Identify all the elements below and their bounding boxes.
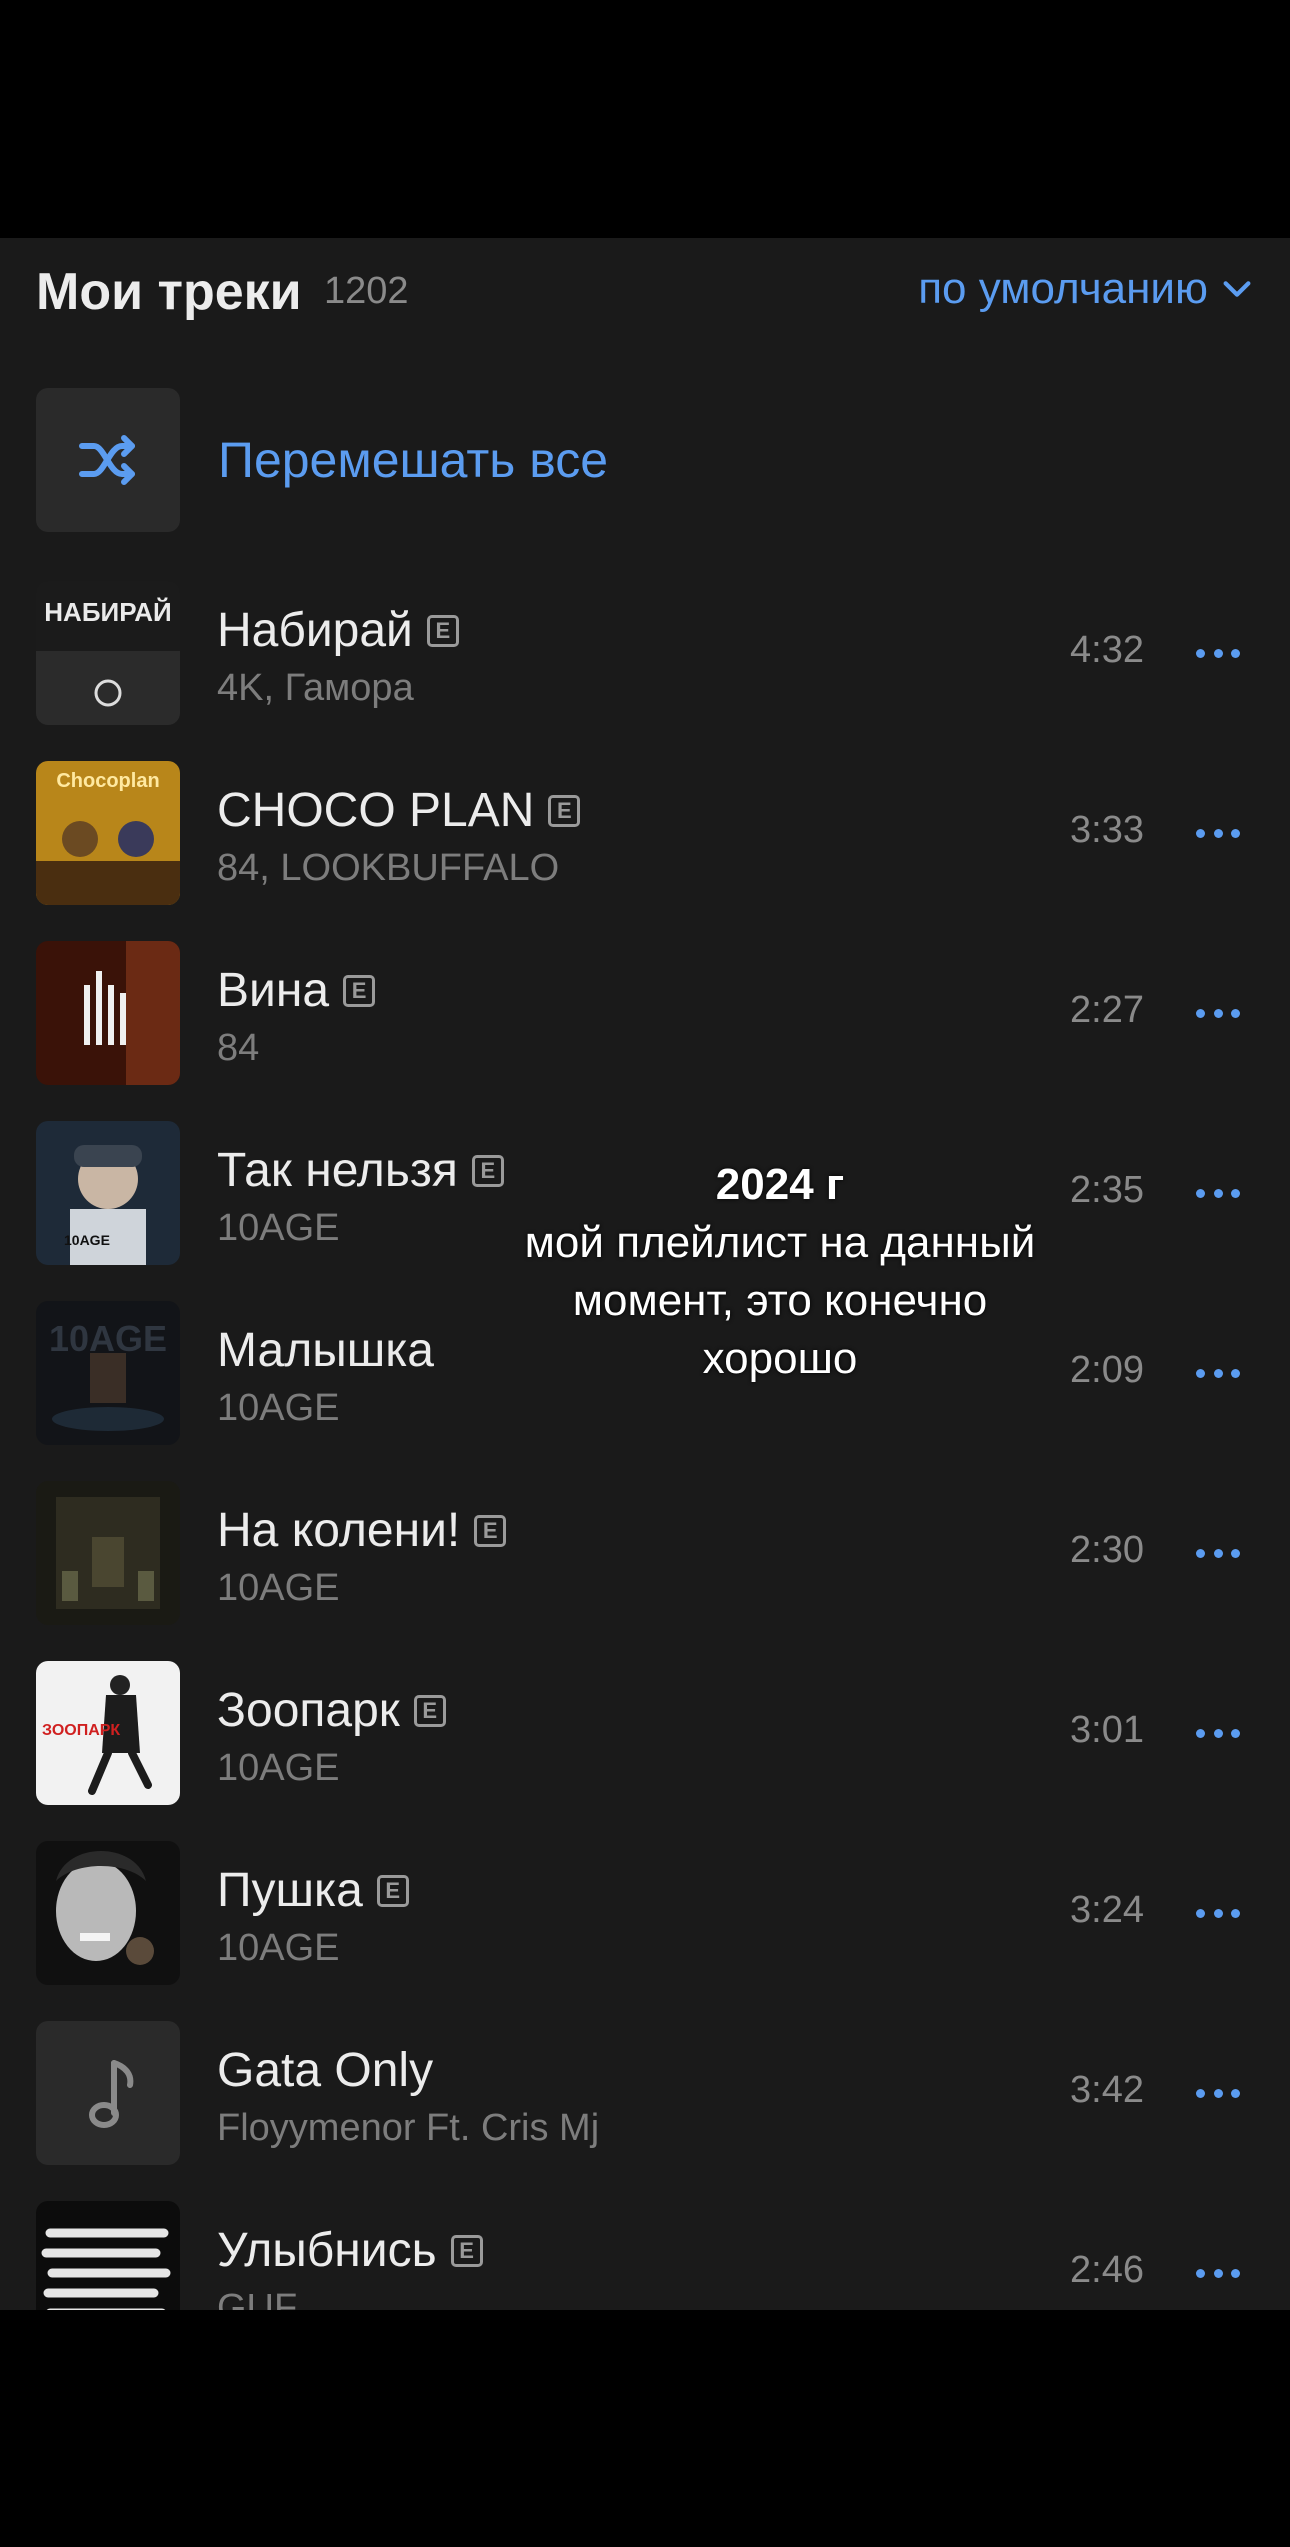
album-cover: Chocoplan bbox=[36, 761, 180, 905]
track-duration: 2:30 bbox=[1070, 1529, 1144, 1571]
explicit-badge: E bbox=[376, 1874, 409, 1907]
track-count: 1202 bbox=[324, 270, 409, 312]
track-artist: 10AGE bbox=[217, 1207, 340, 1249]
explicit-badge: E bbox=[426, 614, 459, 647]
track-artist: Floyymenor Ft. Cris Mj bbox=[217, 2107, 600, 2149]
cover-text: 10AGE bbox=[49, 1318, 167, 1359]
track-row[interactable]: Пушка E 10AGE 3:24 bbox=[0, 1823, 1290, 2003]
more-options-icon[interactable] bbox=[1196, 1353, 1240, 1393]
more-options-icon[interactable] bbox=[1196, 633, 1240, 673]
album-cover bbox=[36, 1481, 180, 1625]
explicit-badge: E bbox=[343, 974, 376, 1007]
track-duration: 3:24 bbox=[1070, 1889, 1144, 1931]
explicit-badge: E bbox=[413, 1694, 446, 1727]
shuffle-all-label: Перемешать все bbox=[218, 432, 609, 488]
music-note-icon bbox=[89, 2060, 134, 2128]
track-title: Так нельзя bbox=[217, 1144, 458, 1197]
track-row[interactable]: Chocoplan CHOCO PLAN E 84, LOOKBUFFALO 3:… bbox=[0, 743, 1290, 923]
track-artist: 4K, Гамора bbox=[217, 667, 414, 709]
explicit-badge: E bbox=[450, 2234, 483, 2267]
album-cover: НАБИРАЙ bbox=[36, 581, 180, 725]
more-options-icon[interactable] bbox=[1196, 1893, 1240, 1933]
more-options-icon[interactable] bbox=[1196, 2073, 1240, 2113]
more-options-icon[interactable] bbox=[1196, 2253, 1240, 2293]
album-cover bbox=[36, 2021, 180, 2165]
sort-label: по умолчанию bbox=[918, 264, 1208, 313]
track-artist: 10AGE bbox=[217, 1927, 340, 1969]
album-cover: ЗООПАРК bbox=[36, 1661, 180, 1805]
track-artist: 10AGE bbox=[217, 1747, 340, 1789]
track-title: CHOCO PLAN bbox=[217, 784, 535, 837]
album-cover: 10AGE bbox=[36, 1301, 180, 1445]
explicit-badge: E bbox=[474, 1514, 507, 1547]
track-title: Улыбнись bbox=[217, 2224, 437, 2277]
more-options-icon[interactable] bbox=[1196, 993, 1240, 1033]
track-artist: 84 bbox=[217, 1027, 260, 1069]
cover-text: НАБИРАЙ bbox=[44, 597, 171, 627]
more-options-icon[interactable] bbox=[1196, 1173, 1240, 1213]
track-duration: 2:46 bbox=[1070, 2249, 1144, 2291]
caption-overlay: 2024 г мой плейлист на данный момент, эт… bbox=[470, 1156, 1090, 1388]
track-title: Набирай bbox=[217, 604, 413, 657]
track-row[interactable]: Вина E 84 2:27 bbox=[0, 923, 1290, 1103]
track-row[interactable]: НАБИРАЙ Набирай E 4K, Гамора 4:32 bbox=[0, 563, 1290, 743]
sort-dropdown[interactable]: по умолчанию bbox=[918, 264, 1254, 314]
caption-line: мой плейлист на данный bbox=[524, 1218, 1036, 1267]
track-row[interactable]: На колени! E 10AGE 2:30 bbox=[0, 1463, 1290, 1643]
track-duration: 3:33 bbox=[1070, 809, 1144, 851]
track-list: НАБИРАЙ Набирай E 4K, Гамора 4:32 Chocopl… bbox=[0, 563, 1290, 2310]
track-duration: 4:32 bbox=[1070, 629, 1144, 671]
track-title: Зоопарк bbox=[217, 1684, 400, 1737]
music-panel: Мои треки 1202 по умолчанию Перемешать в… bbox=[0, 238, 1290, 2310]
album-cover bbox=[36, 2201, 180, 2310]
cover-text: 10AGE bbox=[64, 1232, 110, 1248]
shuffle-icon bbox=[79, 435, 135, 485]
track-title: Пушка bbox=[217, 1864, 363, 1917]
shuffle-icon-box bbox=[36, 388, 180, 532]
cover-text: ЗООПАРК bbox=[42, 1722, 120, 1739]
track-row[interactable]: Gata Only Floyymenor Ft. Cris Mj 3:42 bbox=[0, 2003, 1290, 2183]
track-title: Вина bbox=[217, 964, 330, 1017]
track-duration: 3:42 bbox=[1070, 2069, 1144, 2111]
album-cover bbox=[36, 941, 180, 1085]
track-row[interactable]: Улыбнись E GUF 2:46 bbox=[0, 2183, 1290, 2310]
track-duration: 3:01 bbox=[1070, 1709, 1144, 1751]
album-cover bbox=[36, 1841, 180, 1985]
caption-line: момент, это конечно bbox=[572, 1276, 988, 1325]
more-options-icon[interactable] bbox=[1196, 813, 1240, 853]
more-options-icon[interactable] bbox=[1196, 1533, 1240, 1573]
track-artist: 10AGE bbox=[217, 1387, 340, 1429]
chevron-down-icon bbox=[1223, 281, 1251, 297]
explicit-badge: E bbox=[548, 794, 581, 827]
album-cover: 10AGE bbox=[36, 1121, 180, 1265]
header: Мои треки 1202 по умолчанию bbox=[36, 238, 1254, 348]
track-title: Gata Only bbox=[217, 2044, 434, 2097]
track-artist: GUF bbox=[217, 2287, 298, 2310]
shuffle-all-button[interactable]: Перемешать все bbox=[36, 388, 1236, 532]
track-artist: 84, LOOKBUFFALO bbox=[217, 847, 560, 889]
track-artist: 10AGE bbox=[217, 1567, 340, 1609]
more-options-icon[interactable] bbox=[1196, 1713, 1240, 1753]
track-duration: 2:27 bbox=[1070, 989, 1144, 1031]
track-row[interactable]: ЗООПАРК Зоопарк E 10AGE 3:01 bbox=[0, 1643, 1290, 1823]
cover-text: Chocoplan bbox=[56, 770, 159, 792]
track-title: На колени! bbox=[217, 1504, 461, 1557]
track-title: Малышка bbox=[217, 1324, 434, 1377]
page-title: Мои треки bbox=[36, 263, 302, 321]
caption-line: 2024 г bbox=[715, 1160, 845, 1209]
caption-line: хорошо bbox=[702, 1334, 858, 1383]
